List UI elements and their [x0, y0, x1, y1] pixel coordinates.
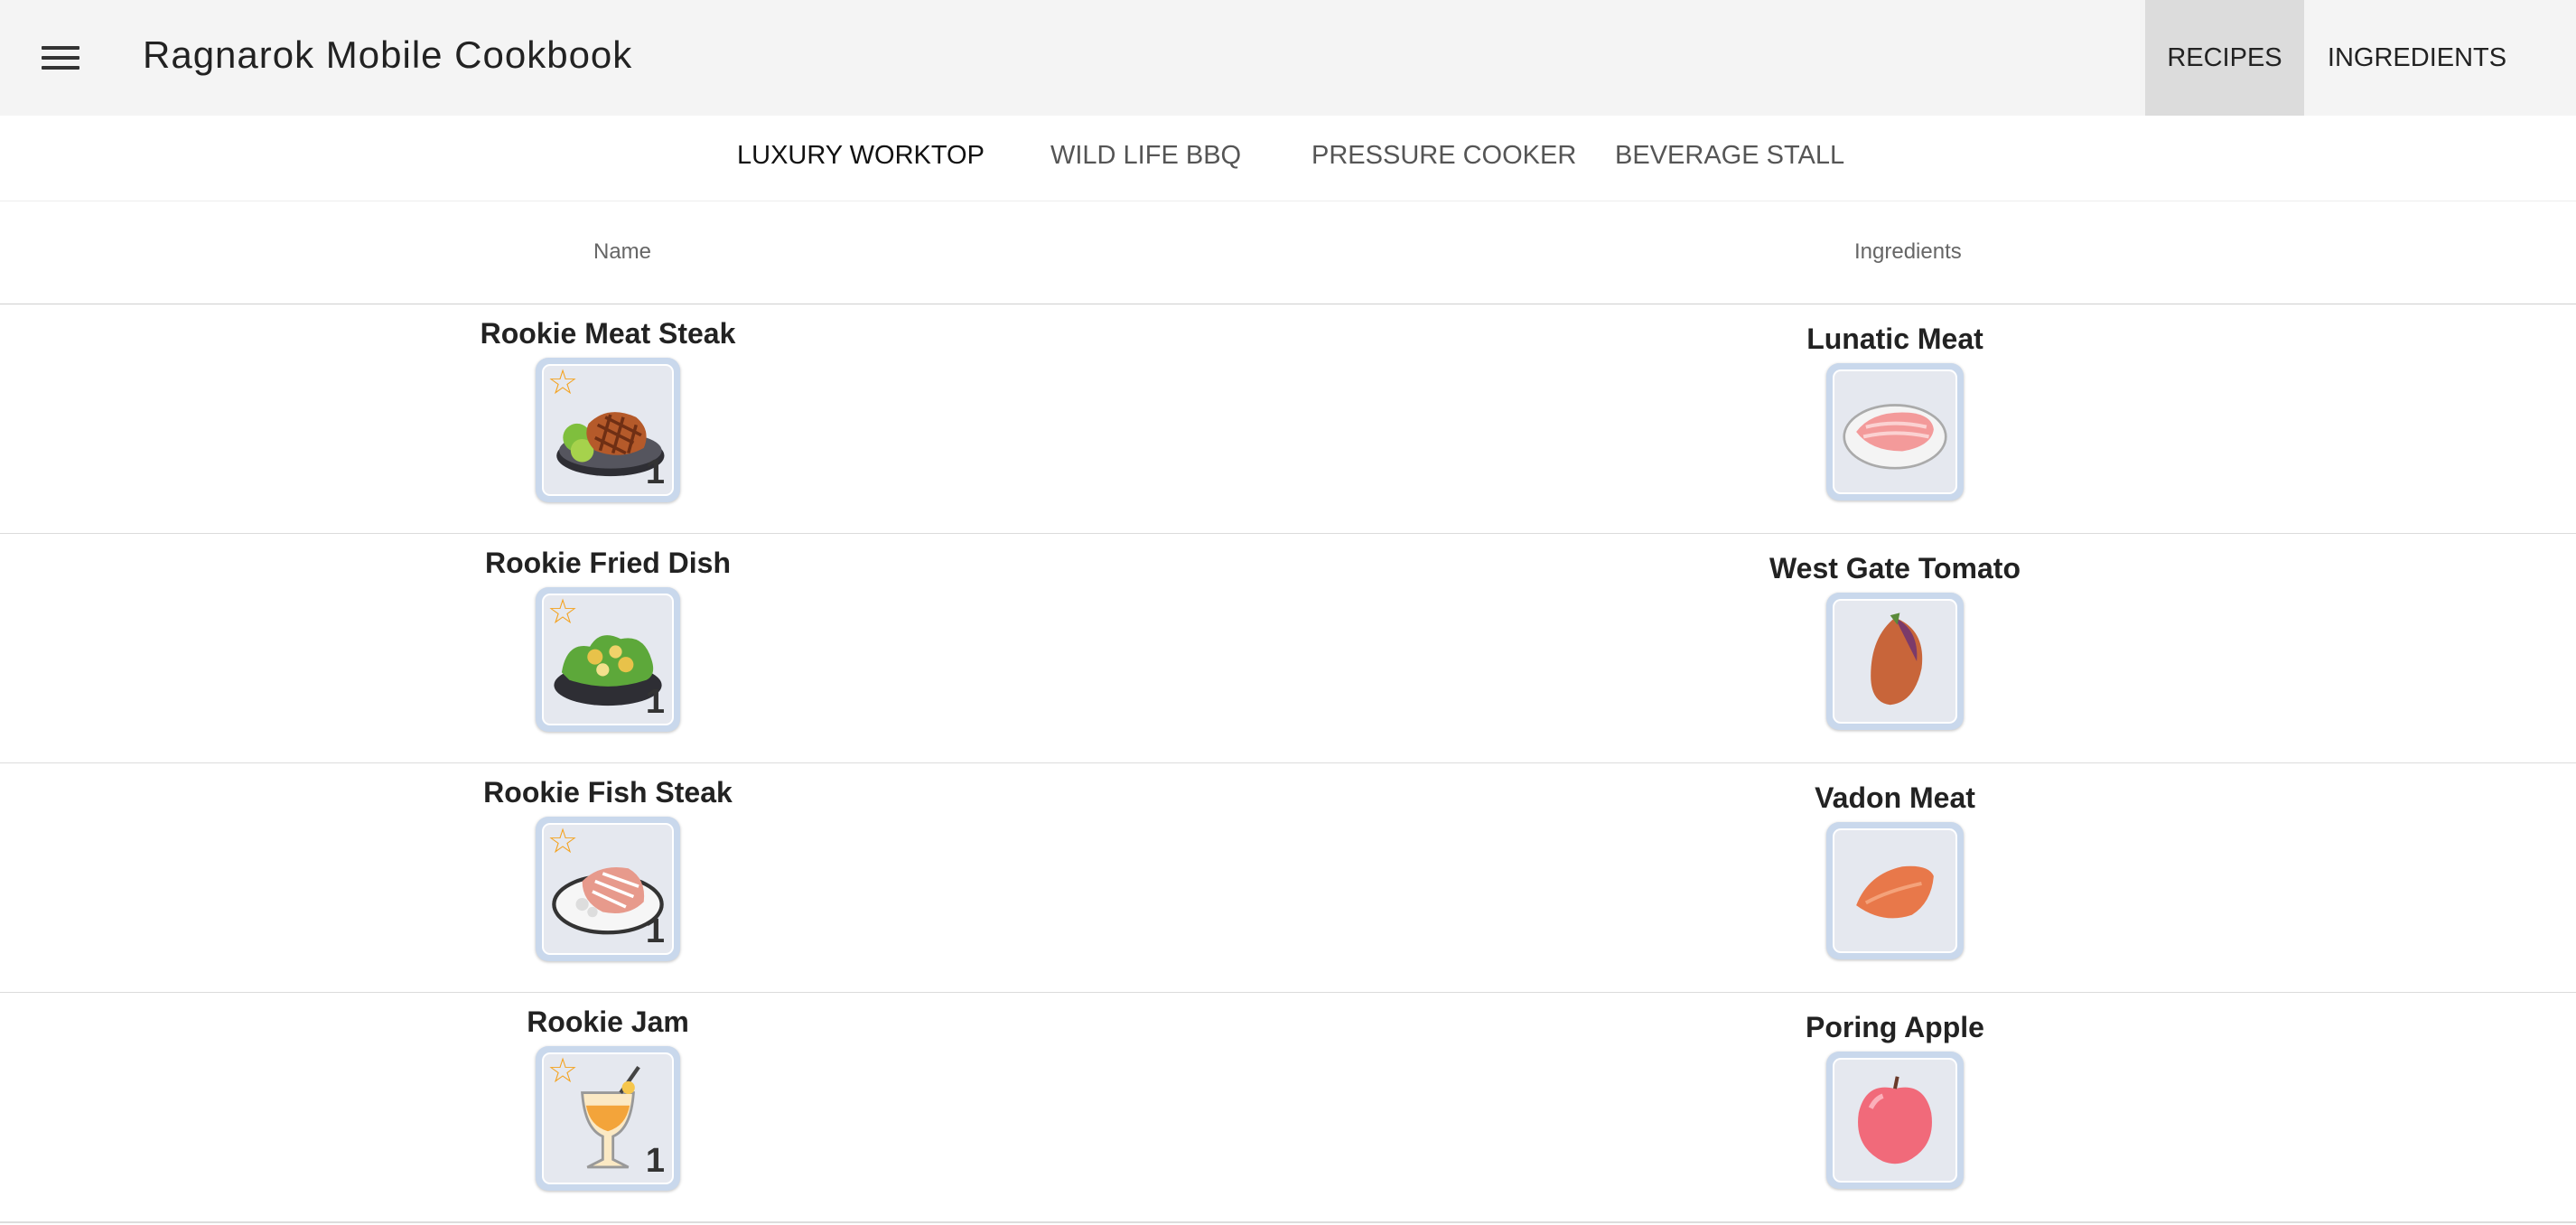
- tab-pressure-cooker[interactable]: PRESSURE COOKER: [1311, 141, 1576, 171]
- ingredient-icon-frame[interactable]: [1826, 593, 1964, 730]
- ingredient-name: West Gate Tomato: [1769, 552, 2021, 584]
- recipe-quantity: 1: [645, 1142, 665, 1180]
- star-icon: ☆: [547, 1052, 579, 1090]
- west-gate-tomato-icon: [1833, 599, 1957, 724]
- fried-dish-icon: ☆ 1: [542, 594, 674, 725]
- table-row[interactable]: Rookie Meat Steak ☆ 1 Lunatic Meat: [0, 304, 2576, 535]
- app-bar: Ragnarok Mobile Cookbook RECIPES INGREDI…: [0, 0, 2576, 117]
- recipe-quantity: 1: [645, 454, 665, 491]
- table-row[interactable]: Rookie Fish Steak ☆ 1 Vadon Meat: [0, 763, 2576, 994]
- recipe-cell: Rookie Fried Dish ☆ 1: [427, 547, 789, 732]
- fish-steak-icon: ☆ 1: [542, 823, 674, 955]
- star-icon: ☆: [547, 364, 579, 402]
- category-tabs: LUXURY WORKTOP WILD LIFE BBQ PRESSURE CO…: [0, 116, 2576, 201]
- recipe-name: Rookie Fish Steak: [483, 776, 733, 809]
- ingredient-name: Vadon Meat: [1815, 781, 1975, 814]
- vadon-meat-icon: [1833, 828, 1957, 953]
- ingredient-cell: West Gate Tomato: [1714, 552, 2076, 730]
- table-header: Name Ingredients: [0, 201, 2576, 305]
- menu-icon[interactable]: [42, 40, 79, 76]
- meat-steak-icon: ☆ 1: [542, 364, 674, 496]
- ingredient-cell: Poring Apple: [1714, 1011, 2076, 1189]
- recipe-quantity: 1: [645, 683, 665, 721]
- ingredient-name: Poring Apple: [1806, 1011, 1984, 1043]
- recipe-icon-frame[interactable]: ☆ 1: [536, 1046, 680, 1191]
- recipe-icon-frame[interactable]: ☆ 1: [536, 358, 680, 502]
- recipe-name: Rookie Jam: [527, 1005, 689, 1038]
- column-header-name[interactable]: Name: [593, 239, 651, 265]
- ingredient-icon-frame[interactable]: [1826, 363, 1964, 500]
- tab-wild-life-bbq[interactable]: WILD LIFE BBQ: [1050, 141, 1241, 171]
- app-title: Ragnarok Mobile Cookbook: [143, 33, 633, 76]
- poring-apple-icon: [1833, 1058, 1957, 1183]
- ingredient-icon-frame[interactable]: [1826, 822, 1964, 959]
- nav-ingredients-button[interactable]: INGREDIENTS: [2304, 0, 2530, 116]
- recipe-quantity: 1: [645, 912, 665, 950]
- recipe-icon-frame[interactable]: ☆ 1: [536, 587, 680, 732]
- recipe-name: Rookie Fried Dish: [484, 547, 732, 579]
- ingredient-icon-frame[interactable]: [1826, 1052, 1964, 1189]
- column-header-ingredients[interactable]: Ingredients: [1854, 239, 1962, 265]
- star-icon: ☆: [547, 823, 579, 861]
- recipe-cell: Rookie Fish Steak ☆ 1: [427, 776, 789, 961]
- tab-luxury-worktop[interactable]: LUXURY WORKTOP: [737, 141, 985, 171]
- table-row[interactable]: Rookie Fried Dish ☆ 1 West Gate Tomato: [0, 534, 2576, 764]
- ingredient-name: Lunatic Meat: [1806, 323, 1983, 355]
- recipe-cell: Rookie Jam ☆ 1: [427, 1005, 789, 1191]
- ingredient-cell: Vadon Meat: [1714, 781, 2076, 959]
- recipe-icon-frame[interactable]: ☆ 1: [536, 817, 680, 961]
- star-icon: ☆: [547, 594, 579, 631]
- jam-drink-icon: ☆ 1: [542, 1052, 674, 1184]
- recipe-name: Rookie Meat Steak: [480, 317, 736, 350]
- recipe-cell: Rookie Meat Steak ☆ 1: [427, 317, 789, 502]
- table-row[interactable]: Rookie Jam ☆ 1 Poring Apple: [0, 993, 2576, 1223]
- lunatic-meat-icon: [1833, 369, 1957, 494]
- tab-beverage-stall[interactable]: BEVERAGE STALL: [1615, 141, 1844, 171]
- ingredient-cell: Lunatic Meat: [1714, 323, 2076, 500]
- nav-recipes-button[interactable]: RECIPES: [2145, 0, 2304, 116]
